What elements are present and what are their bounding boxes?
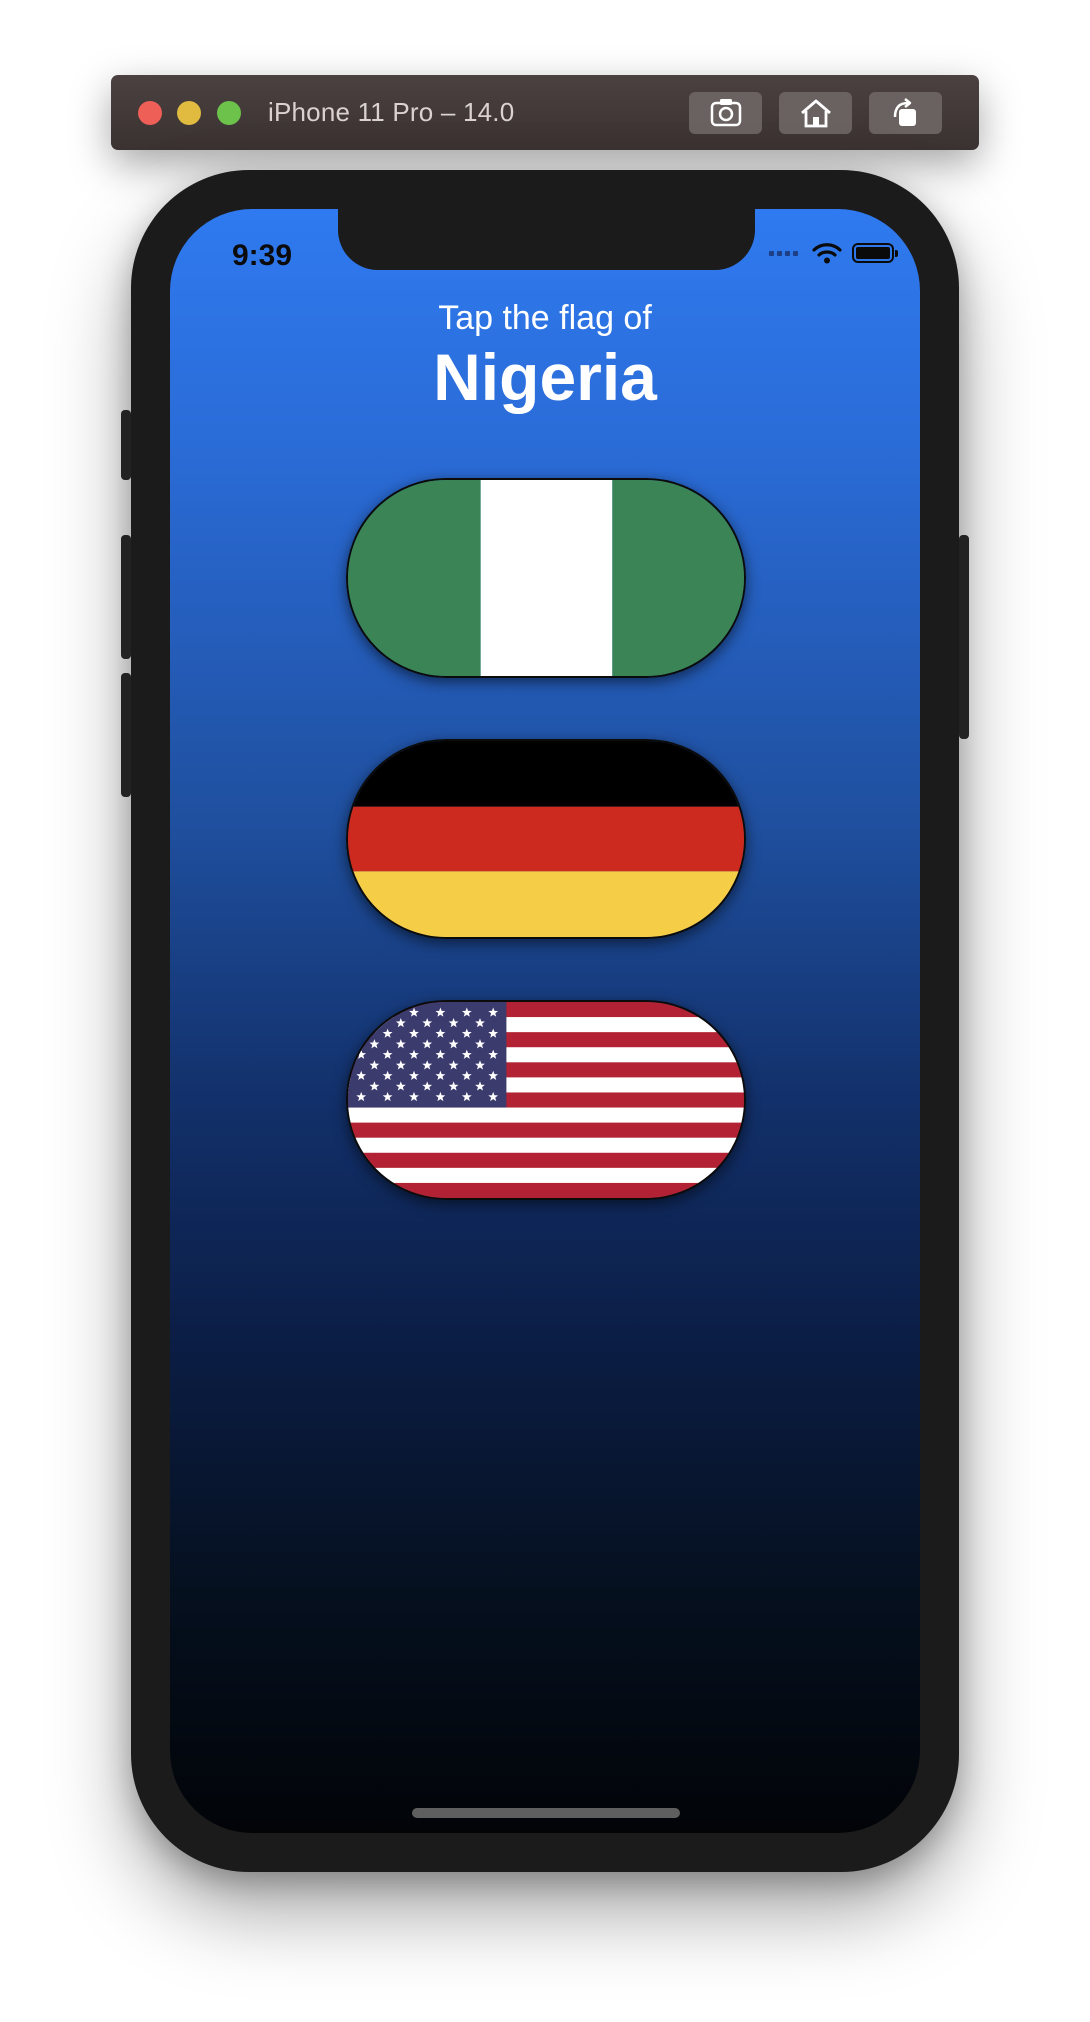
- notch: [338, 209, 755, 270]
- flag-button-us[interactable]: [346, 1000, 746, 1200]
- minimize-window-button[interactable]: [177, 101, 201, 125]
- battery-icon: [852, 243, 898, 263]
- iphone-frame: 9:39 Tap the flag of Nigeria: [121, 170, 969, 1872]
- zoom-window-button[interactable]: [217, 101, 241, 125]
- simulator-window: iPhone 11 Pro – 14.0 9:39 Tap the flag o…: [0, 0, 1090, 2022]
- silent-switch: [121, 410, 131, 480]
- screenshot-button[interactable]: [689, 92, 762, 134]
- simulator-title-bar: iPhone 11 Pro – 14.0: [111, 75, 979, 150]
- volume-up-button: [121, 535, 131, 659]
- home-icon: [800, 99, 831, 128]
- flag-button-nigeria[interactable]: [346, 478, 746, 678]
- rotate-button[interactable]: [869, 92, 942, 134]
- camera-icon: [710, 99, 741, 127]
- wifi-icon: [812, 243, 842, 264]
- rotate-icon: [893, 98, 916, 126]
- germany-flag-icon: [348, 741, 744, 937]
- flag-button-germany[interactable]: [346, 739, 746, 939]
- power-button: [959, 535, 969, 739]
- us-flag-icon: [348, 1002, 744, 1198]
- volume-down-button: [121, 673, 131, 797]
- close-window-button[interactable]: [138, 101, 162, 125]
- app-screen: 9:39 Tap the flag of Nigeria: [170, 209, 920, 1833]
- target-country: Nigeria: [433, 340, 657, 414]
- home-button[interactable]: [779, 92, 852, 134]
- cellular-signal-icon: [769, 250, 798, 256]
- simulator-title: iPhone 11 Pro – 14.0: [268, 97, 515, 127]
- nigeria-flag-icon: [348, 480, 744, 676]
- home-indicator: [412, 1808, 680, 1818]
- status-indicators: [769, 242, 898, 264]
- status-time: 9:39: [232, 239, 293, 272]
- prompt-text: Tap the flag of: [438, 299, 652, 337]
